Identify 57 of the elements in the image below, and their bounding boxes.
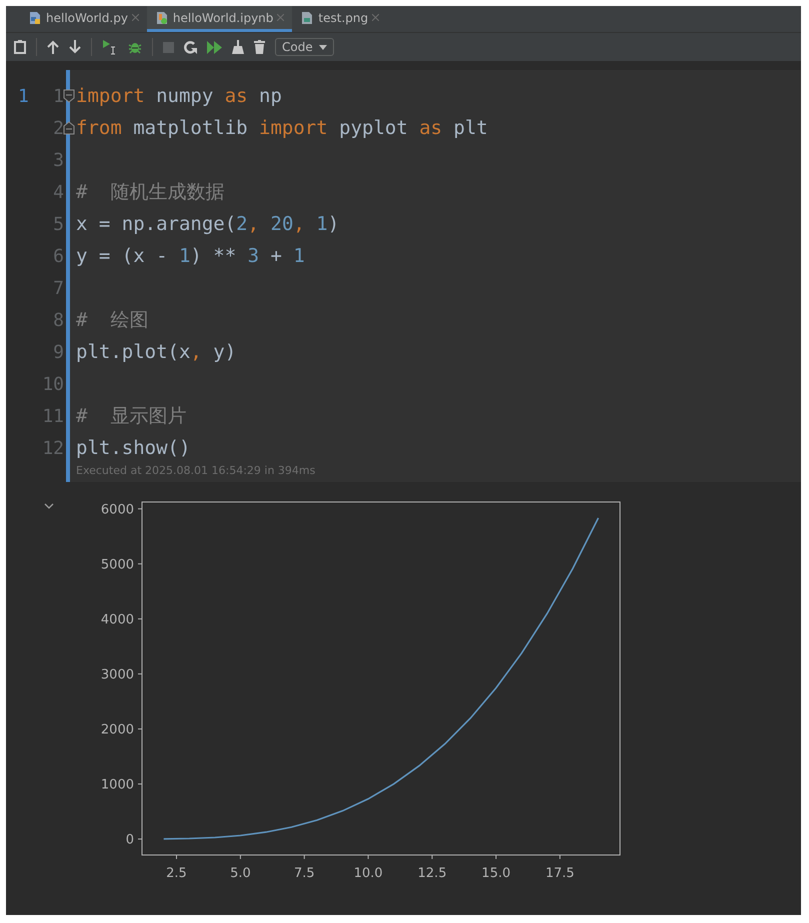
editor-tab[interactable]: test.png: [292, 6, 388, 32]
caret-icon: [318, 44, 327, 50]
execution-count: 1: [17, 86, 29, 106]
line-number: 1: [53, 86, 65, 106]
line-number: 9: [53, 342, 65, 362]
code-line: import numpy as np: [76, 84, 283, 109]
code-line: # 绘图: [76, 308, 150, 333]
line-number: 3: [53, 150, 65, 170]
line-number: 7: [53, 278, 65, 298]
arrow-up-icon[interactable]: [47, 40, 59, 54]
image-file-icon: [300, 10, 314, 24]
editor-tab[interactable]: helloWorld.py: [20, 6, 147, 32]
run-all-icon[interactable]: [207, 40, 222, 54]
tick-label: 17.5: [545, 866, 574, 881]
execution-status: Executed at 2025.08.01 16:54:29 in 394ms: [76, 464, 316, 478]
tick-label: 2.5: [166, 866, 187, 881]
line-number: 12: [42, 438, 65, 458]
fold-icon[interactable]: [63, 121, 75, 135]
code-line: # 显示图片: [76, 404, 188, 429]
bug-icon[interactable]: [128, 40, 142, 54]
trash-icon[interactable]: [254, 40, 265, 54]
tick-label: 6000: [100, 502, 134, 518]
code-line: plt.show(): [76, 436, 192, 461]
code-line: # 随机生成数据: [76, 180, 226, 205]
line-number: 8: [53, 310, 65, 330]
arrow-down-icon[interactable]: [69, 40, 81, 54]
restart-icon[interactable]: [184, 40, 197, 54]
tick-label: 4000: [100, 612, 134, 628]
python-file-icon: [28, 10, 42, 24]
tick-label: 5.0: [230, 866, 251, 881]
line-number: 2: [53, 118, 65, 138]
tick-label: 1000: [100, 778, 134, 792]
notebook-file-icon: [154, 10, 169, 24]
code-line: from matplotlib import pyplot as plt: [76, 116, 489, 141]
line-number: 4: [53, 182, 65, 202]
line-number: 10: [42, 374, 65, 394]
tick-label: 10.0: [354, 866, 383, 881]
fold-icon[interactable]: [63, 89, 75, 103]
tick-label: 15.0: [482, 866, 510, 881]
run-cursor-icon[interactable]: [102, 39, 118, 55]
tick-label: 7.5: [294, 866, 315, 881]
collapse-chevron-icon[interactable]: [44, 502, 54, 510]
code-line: plt.plot(x, y): [76, 340, 238, 365]
tick-label: 0: [126, 832, 134, 848]
clipboard-icon[interactable]: [14, 40, 26, 54]
broom-icon[interactable]: [232, 40, 244, 54]
line-number: 6: [53, 246, 65, 266]
tick-label: 3000: [100, 667, 134, 682]
tick-label: 12.5: [418, 866, 447, 881]
tick-label: 5000: [100, 557, 134, 572]
tick-label: 2000: [100, 722, 134, 738]
editor-tab[interactable]: helloWorld.ipynb: [146, 6, 292, 32]
code-line: y = (x - 1) ** 3 + 1: [76, 244, 306, 269]
cell-type-dropdown[interactable]: Code: [275, 38, 334, 56]
code-line: x = np.arange(2, 20, 1): [76, 212, 340, 237]
line-number: 11: [42, 406, 65, 426]
line-number: 5: [53, 214, 65, 234]
